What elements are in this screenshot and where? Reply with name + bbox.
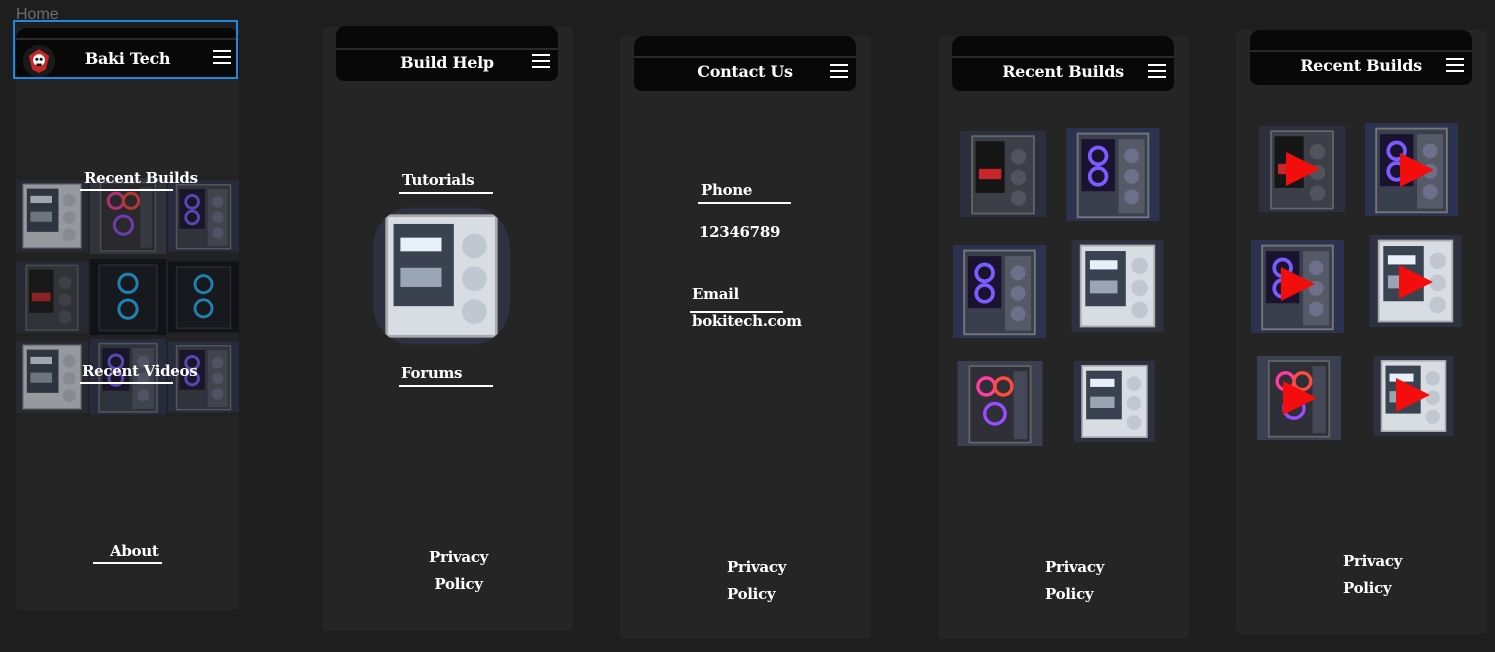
build-thumbnail[interactable] — [1064, 128, 1162, 221]
policy-line: Policy — [1045, 585, 1094, 603]
privacy-policy-link[interactable]: Privacy Policy — [1343, 548, 1402, 602]
video-thumbnail[interactable] — [1245, 240, 1350, 333]
privacy-policy-link[interactable]: Privacy Policy — [727, 554, 786, 608]
phone-value: 12346789 — [699, 223, 781, 241]
about-link[interactable]: About — [110, 542, 159, 560]
policy-line: Policy — [727, 585, 776, 603]
play-icon[interactable] — [1283, 381, 1317, 415]
forums-link[interactable]: Forums — [401, 364, 462, 382]
frame-contact-us — [620, 36, 871, 639]
email-value: bokitech.com — [692, 312, 802, 330]
forums-underline — [399, 385, 493, 387]
recent-builds-underline — [80, 189, 173, 191]
recent-builds-link[interactable]: Recent Builds — [84, 169, 198, 187]
email-label: Email — [692, 285, 739, 303]
home-image-grid — [16, 176, 239, 416]
recent-videos-underline — [80, 382, 173, 384]
recent-videos-link[interactable]: Recent Videos — [82, 362, 198, 380]
privacy-line: Privacy — [727, 558, 787, 576]
tutorials-underline — [399, 192, 493, 194]
phone-label: Phone — [701, 181, 753, 199]
build-thumbnail[interactable] — [957, 131, 1049, 217]
build-help-image — [373, 207, 510, 345]
build-thumbnail[interactable] — [954, 361, 1046, 446]
play-icon[interactable] — [1399, 265, 1433, 299]
policy-line: Policy — [1343, 579, 1392, 597]
hamburger-menu-icon[interactable] — [1446, 58, 1464, 72]
privacy-line: Privacy — [429, 548, 489, 566]
play-icon[interactable] — [1400, 153, 1434, 187]
header-title: Recent Builds — [1300, 56, 1422, 75]
recent-videos-header: Recent Builds — [1250, 30, 1472, 85]
selection-outline — [13, 20, 238, 79]
recent-builds-header: Recent Builds — [952, 36, 1174, 91]
header-title: Recent Builds — [1002, 62, 1124, 81]
hamburger-menu-icon[interactable] — [532, 54, 550, 68]
build-thumbnail[interactable] — [1064, 240, 1171, 332]
policy-line: Policy — [434, 575, 483, 593]
video-thumbnail[interactable] — [1256, 126, 1348, 212]
hamburger-menu-icon[interactable] — [830, 64, 848, 78]
video-thumbnail[interactable] — [1363, 356, 1464, 436]
build-help-header: Build Help — [336, 26, 558, 81]
privacy-policy-link[interactable]: Privacy Policy — [429, 544, 488, 598]
play-icon[interactable] — [1396, 378, 1430, 412]
video-thumbnail[interactable] — [1362, 123, 1461, 216]
tutorials-link[interactable]: Tutorials — [402, 171, 475, 189]
header-title: Contact Us — [697, 62, 793, 81]
hamburger-menu-icon[interactable] — [1148, 64, 1166, 78]
video-thumbnail[interactable] — [1253, 356, 1345, 440]
grid-dim-overlay — [16, 176, 239, 416]
build-thumbnail[interactable] — [947, 245, 1052, 338]
build-thumbnail[interactable] — [1064, 361, 1165, 442]
privacy-policy-link[interactable]: Privacy Policy — [1045, 554, 1104, 608]
phone-underline — [698, 202, 791, 204]
video-thumbnail[interactable] — [1362, 235, 1469, 327]
header-title: Build Help — [400, 53, 494, 72]
play-icon[interactable] — [1286, 152, 1320, 186]
contact-header: Contact Us — [634, 36, 856, 91]
privacy-line: Privacy — [1343, 552, 1403, 570]
privacy-line: Privacy — [1045, 558, 1105, 576]
play-icon[interactable] — [1281, 267, 1315, 301]
about-underline — [93, 562, 162, 564]
